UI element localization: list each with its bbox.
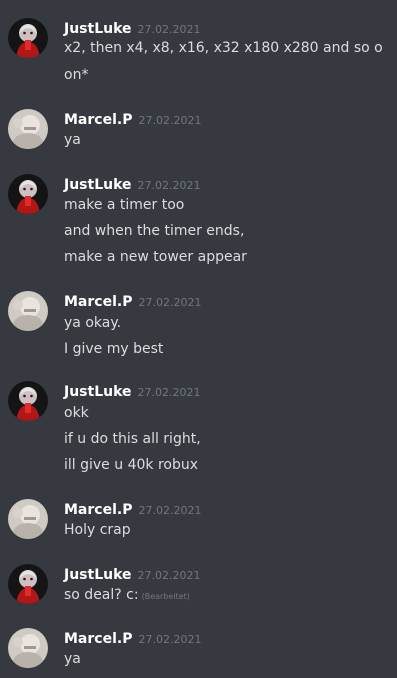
message-text: make a timer too bbox=[64, 197, 185, 213]
timestamp: 27.02.2021 bbox=[137, 23, 201, 36]
message-header: Marcel.P 27.02.2021 bbox=[64, 499, 201, 519]
message-text: make a new tower appear bbox=[64, 249, 247, 265]
message-text: ya bbox=[64, 132, 81, 148]
message-text: okk bbox=[64, 405, 89, 421]
marcel-avatar-icon bbox=[8, 499, 48, 539]
timestamp: 27.02.2021 bbox=[137, 179, 201, 192]
luke-avatar-icon bbox=[8, 174, 48, 214]
avatar[interactable] bbox=[8, 628, 48, 668]
username[interactable]: JustLuke bbox=[64, 384, 132, 400]
timestamp: 27.02.2021 bbox=[138, 114, 202, 127]
marcel-avatar-icon bbox=[8, 628, 48, 668]
username[interactable]: JustLuke bbox=[64, 21, 132, 37]
luke-avatar-icon bbox=[8, 381, 48, 421]
username[interactable]: Marcel.P bbox=[64, 112, 132, 128]
timestamp: 27.02.2021 bbox=[137, 386, 201, 399]
message-text: x2, then x4, x8, x16, x32 x180 x280 and … bbox=[64, 40, 383, 56]
message-text: ya bbox=[64, 651, 81, 667]
marcel-avatar-icon bbox=[8, 291, 48, 331]
avatar[interactable] bbox=[8, 381, 48, 421]
message-header: JustLuke 27.02.2021 bbox=[64, 381, 201, 401]
marcel-avatar-icon bbox=[8, 109, 48, 149]
message-header: Marcel.P 27.02.2021 bbox=[64, 109, 201, 129]
timestamp: 27.02.2021 bbox=[138, 504, 202, 517]
username[interactable]: Marcel.P bbox=[64, 502, 132, 518]
message-text: ya okay. bbox=[64, 315, 122, 331]
message-header: Marcel.P 27.02.2021 bbox=[64, 291, 201, 311]
message-header: Marcel.P 27.02.2021 bbox=[64, 628, 201, 648]
message-header: JustLuke 27.02.2021 bbox=[64, 564, 201, 584]
avatar[interactable] bbox=[8, 291, 48, 331]
avatar[interactable] bbox=[8, 564, 48, 604]
message-text-content: so deal? c: bbox=[64, 587, 139, 603]
message-text: Holy crap bbox=[64, 522, 131, 538]
message-text: so deal? c: (Bearbeitet) bbox=[64, 586, 384, 606]
message-text: on* bbox=[64, 67, 89, 83]
avatar[interactable] bbox=[8, 499, 48, 539]
message-header: JustLuke 27.02.2021 bbox=[64, 174, 201, 194]
message-text: if u do this all right, bbox=[64, 431, 201, 447]
avatar[interactable] bbox=[8, 174, 48, 214]
timestamp: 27.02.2021 bbox=[137, 569, 201, 582]
luke-avatar-icon bbox=[8, 564, 48, 604]
luke-avatar-icon bbox=[8, 18, 48, 58]
edited-label: (Bearbeitet) bbox=[141, 592, 190, 601]
username[interactable]: Marcel.P bbox=[64, 631, 132, 647]
username[interactable]: Marcel.P bbox=[64, 294, 132, 310]
message-text: and when the timer ends, bbox=[64, 223, 245, 239]
avatar[interactable] bbox=[8, 109, 48, 149]
timestamp: 27.02.2021 bbox=[138, 633, 202, 646]
message-header: JustLuke 27.02.2021 bbox=[64, 18, 201, 38]
avatar[interactable] bbox=[8, 18, 48, 58]
message-text: I give my best bbox=[64, 341, 164, 357]
message-text: ill give u 40k robux bbox=[64, 457, 198, 473]
username[interactable]: JustLuke bbox=[64, 567, 132, 583]
username[interactable]: JustLuke bbox=[64, 177, 132, 193]
timestamp: 27.02.2021 bbox=[138, 296, 202, 309]
